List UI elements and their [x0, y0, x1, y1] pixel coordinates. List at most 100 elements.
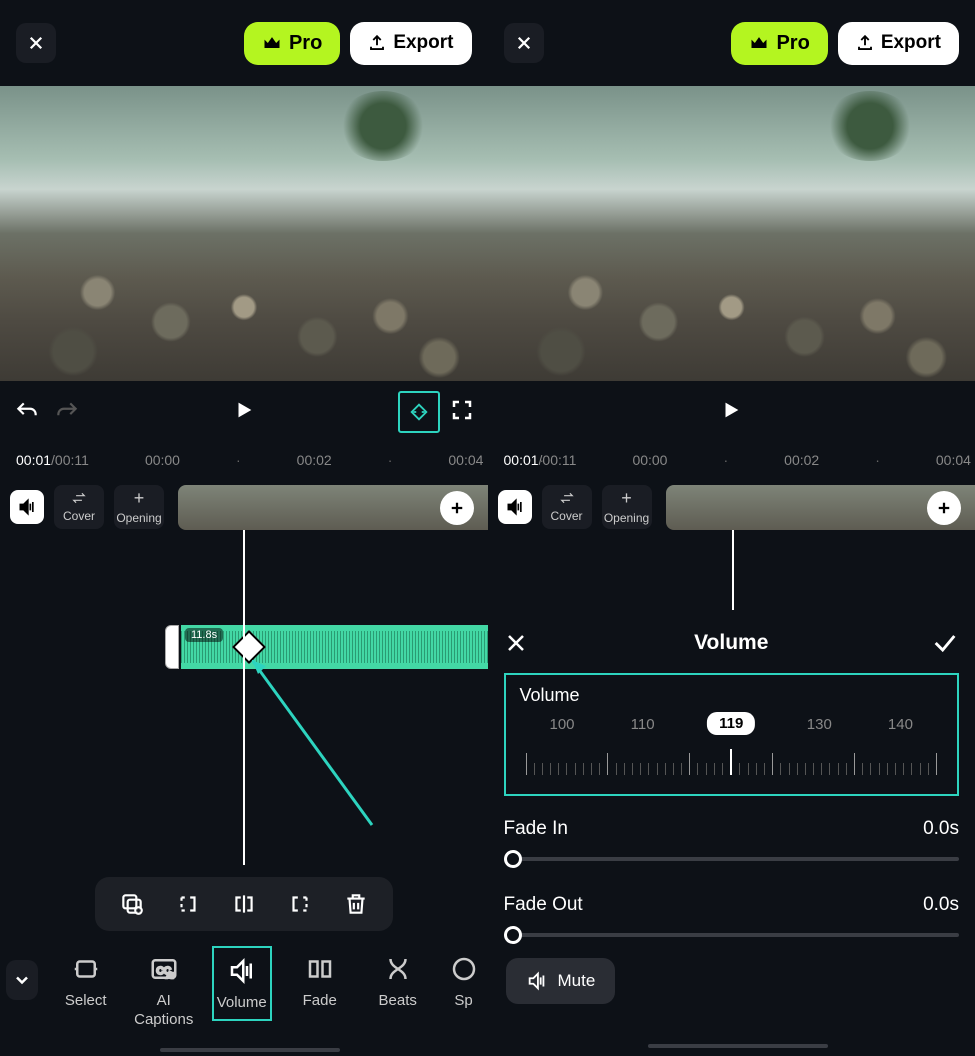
fade-icon [305, 954, 335, 984]
chevron-down-icon [12, 970, 32, 990]
play-button[interactable] [720, 399, 742, 426]
fade-in-slider[interactable] [504, 846, 960, 872]
plus-icon [448, 499, 466, 517]
collapse-button[interactable] [6, 960, 38, 1000]
undo-icon[interactable] [14, 399, 40, 425]
volume-panel: Volume Volume 100 110 130 140 119 Fade I… [488, 615, 975, 1056]
volume-slider[interactable]: Volume 100 110 130 140 119 [504, 673, 960, 796]
fade-in-value: 0.0s [923, 818, 959, 840]
close-button[interactable] [504, 23, 544, 63]
add-clip-button[interactable] [440, 491, 474, 525]
pro-button[interactable]: Pro [244, 22, 340, 65]
tool-split-partial[interactable]: Sp [446, 946, 482, 1017]
time-ruler[interactable]: 00:01/00:11 00:00· 00:02· 00:04· [488, 443, 975, 477]
time-mark: 00:02 [297, 452, 332, 468]
clip-handle[interactable] [165, 625, 179, 669]
tool-label: AI [157, 992, 171, 1009]
time-mark: 00:00 [632, 452, 667, 468]
time-mark: 00:04 [448, 452, 483, 468]
close-icon [515, 34, 533, 52]
delete-icon[interactable] [343, 891, 369, 917]
cover-button[interactable]: Cover [54, 485, 104, 529]
trim-right-icon[interactable] [287, 891, 313, 917]
video-preview[interactable] [488, 86, 975, 381]
control-bar [488, 381, 975, 443]
opening-button[interactable]: + Opening [602, 485, 652, 529]
plus-icon: + [621, 489, 632, 507]
play-button[interactable] [233, 399, 255, 426]
volume-value: 119 [707, 712, 755, 735]
video-preview[interactable] [0, 86, 488, 381]
time-mark: 00:02 [784, 452, 819, 468]
tool-fade[interactable]: Fade [290, 946, 350, 1017]
fullscreen-button[interactable] [450, 398, 474, 427]
export-label: Export [881, 32, 941, 54]
close-button[interactable] [16, 23, 56, 63]
playhead[interactable] [732, 530, 734, 610]
fullscreen-icon [450, 398, 474, 422]
scroll-indicator [160, 1048, 340, 1052]
redo-icon[interactable] [54, 399, 80, 425]
control-bar [0, 381, 488, 443]
slider-handle[interactable] [504, 926, 522, 944]
annotation-arrow [252, 660, 392, 845]
time-mark: 00:04 [936, 452, 971, 468]
export-label: Export [393, 32, 453, 54]
trim-left-icon[interactable] [175, 891, 201, 917]
edit-toolbar [95, 877, 393, 931]
topbar: Pro Export [0, 0, 488, 86]
split-icon[interactable] [231, 891, 257, 917]
total-time: /00:11 [539, 452, 577, 468]
mute-button[interactable]: Mute [506, 958, 616, 1004]
opening-label: Opening [604, 511, 649, 525]
tool-label: Volume [217, 994, 267, 1011]
plus-icon [935, 499, 953, 517]
opening-label: Opening [116, 511, 161, 525]
close-icon [27, 34, 45, 52]
fade-out-slider[interactable] [504, 922, 960, 948]
play-icon [233, 399, 255, 421]
speaker-icon [505, 497, 525, 517]
scroll-indicator [648, 1044, 828, 1048]
export-button[interactable]: Export [838, 22, 959, 65]
beats-icon [383, 954, 413, 984]
fade-out-label: Fade Out [504, 894, 583, 916]
track-audio-button[interactable] [498, 490, 532, 524]
time-ruler[interactable]: 00:01/00:11 00:00· 00:02· 00:04· [0, 443, 488, 477]
current-time: 00:01 [504, 452, 539, 468]
play-icon [720, 399, 742, 421]
tool-label: Fade [303, 992, 337, 1009]
speaker-icon [227, 956, 257, 986]
select-icon [71, 954, 101, 984]
playhead[interactable] [243, 530, 245, 865]
upload-icon [856, 34, 874, 52]
plus-icon: + [134, 489, 145, 507]
close-icon[interactable] [504, 631, 528, 655]
tool-ai-captions[interactable]: CCAI AI Captions [134, 946, 194, 1036]
copy-icon[interactable] [119, 891, 145, 917]
swap-icon [558, 491, 576, 505]
panel-title: Volume [694, 631, 768, 655]
speaker-icon [17, 497, 37, 517]
keyframe-icon [408, 401, 430, 423]
speaker-icon [526, 970, 548, 992]
pro-button[interactable]: Pro [731, 22, 827, 65]
upload-icon [368, 34, 386, 52]
export-button[interactable]: Export [350, 22, 471, 65]
tick-label: 140 [888, 716, 913, 733]
tool-volume[interactable]: Volume [212, 946, 272, 1021]
clip-duration: 11.8s [185, 628, 223, 642]
cc-icon: CCAI [149, 954, 179, 984]
volume-label: Volume [520, 685, 944, 706]
keyframe-button[interactable] [398, 391, 440, 433]
opening-button[interactable]: + Opening [114, 485, 164, 529]
tool-beats[interactable]: Beats [368, 946, 428, 1017]
tool-label: Beats [379, 992, 417, 1009]
topbar: Pro Export [488, 0, 975, 86]
tool-select[interactable]: Select [56, 946, 116, 1017]
cover-button[interactable]: Cover [542, 485, 592, 529]
track-audio-button[interactable] [10, 490, 44, 524]
check-icon[interactable] [931, 629, 959, 657]
add-clip-button[interactable] [927, 491, 961, 525]
slider-handle[interactable] [504, 850, 522, 868]
